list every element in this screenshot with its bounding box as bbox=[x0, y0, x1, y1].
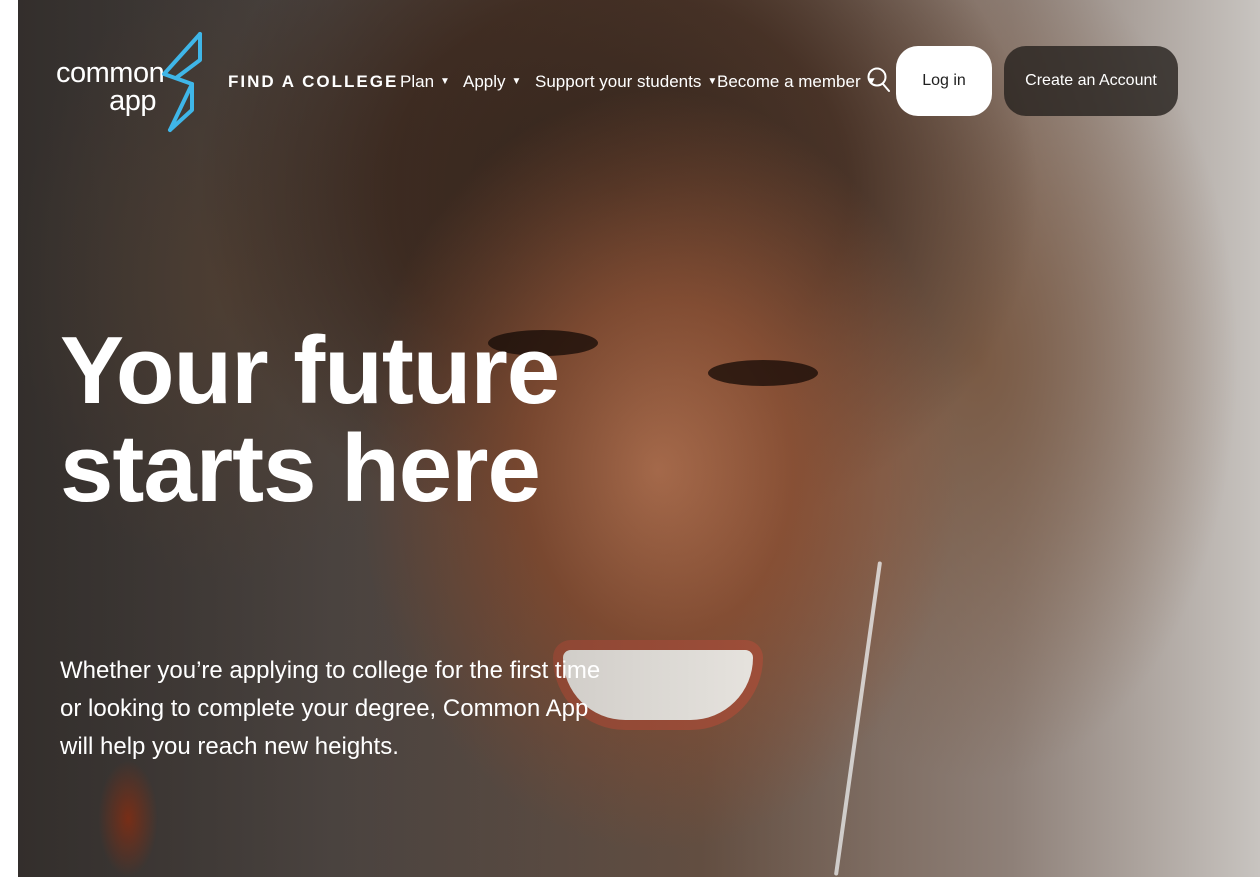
chevron-down-icon: ▼ bbox=[707, 76, 718, 87]
logo-text-app: app bbox=[109, 85, 156, 117]
hero-title-line1: Your future bbox=[60, 317, 560, 424]
nav-plan-label: Plan bbox=[400, 72, 435, 91]
hero-title-line2: starts here bbox=[60, 415, 541, 522]
nav-find-a-college[interactable]: FIND A COLLEGE bbox=[228, 72, 398, 92]
nav-plan[interactable]: Plan ▼ bbox=[400, 72, 450, 92]
common-app-logo[interactable]: common app bbox=[56, 30, 206, 136]
logo-text-common: common bbox=[56, 57, 165, 89]
create-account-button[interactable]: Create an Account bbox=[1004, 46, 1178, 116]
nav-support-your-students[interactable]: Support your students ▼ bbox=[535, 72, 717, 92]
chevron-down-icon: ▼ bbox=[440, 76, 450, 87]
nav-member-label: Become a member bbox=[717, 72, 861, 91]
nav-support-label: Support your students bbox=[535, 72, 702, 91]
hero-viewport: common app FIND A COLLEGE Plan ▼ Apply ▼… bbox=[18, 0, 1260, 877]
nav-apply[interactable]: Apply ▼ bbox=[463, 72, 521, 92]
site-header: common app FIND A COLLEGE Plan ▼ Apply ▼… bbox=[18, 0, 1260, 140]
search-icon bbox=[867, 67, 890, 92]
search-button[interactable] bbox=[866, 66, 892, 94]
hero-subtitle: Whether you’re applying to college for t… bbox=[60, 657, 601, 760]
hero-title: Your future starts here bbox=[60, 322, 580, 518]
nav-apply-label: Apply bbox=[463, 72, 506, 91]
login-button[interactable]: Log in bbox=[896, 46, 992, 116]
chevron-down-icon: ▼ bbox=[511, 76, 522, 87]
nav-become-a-member[interactable]: Become a member ▼ bbox=[717, 72, 877, 92]
common-app-logo-icon bbox=[162, 32, 202, 132]
